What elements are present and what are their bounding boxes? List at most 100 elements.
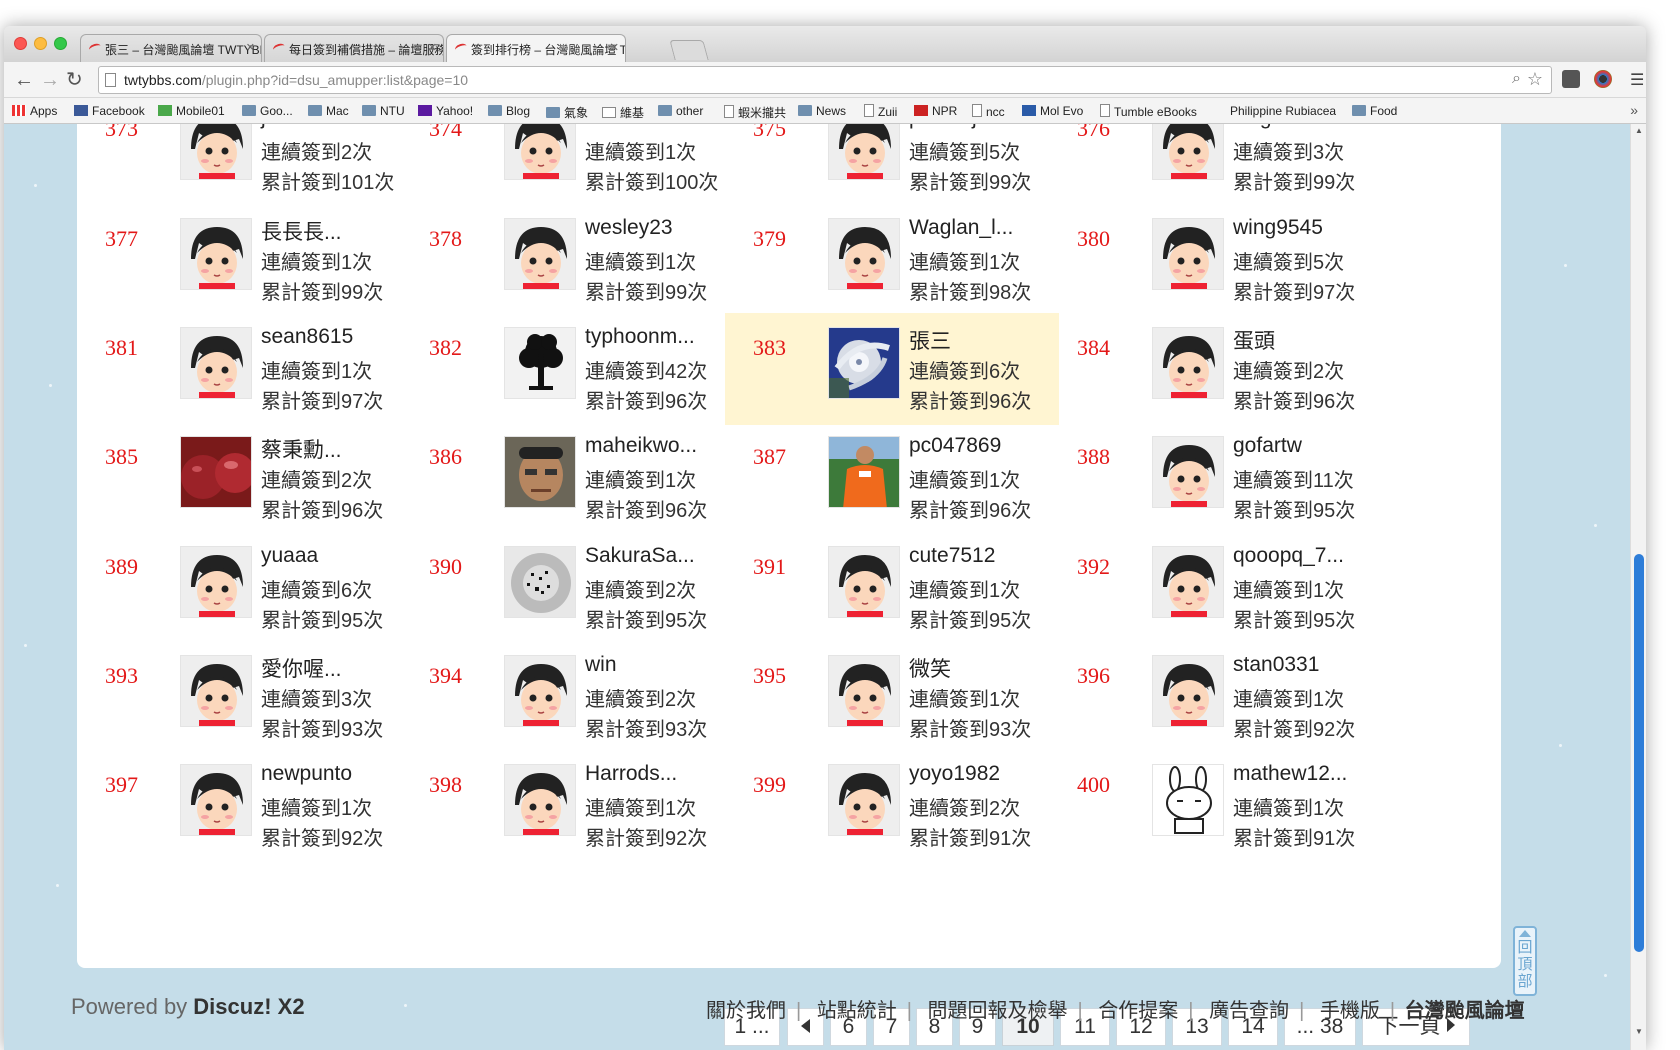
footer-link-about[interactable]: 關於我們: [706, 1000, 786, 1022]
default-avatar[interactable]: [828, 218, 900, 290]
vertical-scrollbar[interactable]: ▲ ▼: [1630, 124, 1646, 1050]
username-link[interactable]: gofartw: [1233, 434, 1302, 458]
scroll-thumb[interactable]: [1634, 554, 1644, 952]
face-photo-avatar[interactable]: [504, 436, 576, 508]
default-avatar[interactable]: [1152, 546, 1224, 618]
bookmark-yahoo[interactable]: Yahoo!: [418, 104, 473, 118]
default-avatar[interactable]: [828, 764, 900, 836]
tree-avatar[interactable]: [504, 327, 576, 399]
window-maximize-button[interactable]: [54, 37, 67, 50]
username-link[interactable]: mathew12...: [1233, 762, 1347, 786]
bookmark-npr[interactable]: NPR: [914, 104, 957, 118]
username-link[interactable]: jemalan: [261, 124, 335, 130]
bookmarks-more-icon[interactable]: »: [1630, 102, 1638, 118]
close-tab-icon[interactable]: ✕: [246, 41, 255, 54]
username-link[interactable]: Harrods...: [585, 762, 677, 786]
footer-link-stats[interactable]: 站點統計: [817, 1000, 897, 1022]
zoom-icon[interactable]: ⌕: [1512, 70, 1521, 88]
username-link[interactable]: 微笑: [909, 653, 951, 683]
default-avatar[interactable]: [1152, 436, 1224, 508]
red-fruit-avatar[interactable]: [180, 436, 252, 508]
bookmark-news[interactable]: News: [798, 104, 846, 118]
close-tab-icon[interactable]: ✕: [610, 41, 619, 54]
username-link[interactable]: yoyo1982: [909, 762, 1000, 786]
default-avatar[interactable]: [828, 655, 900, 727]
bookmark-philippine-rubiacea[interactable]: Philippine Rubiacea: [1230, 104, 1336, 118]
default-avatar[interactable]: [1152, 218, 1224, 290]
default-avatar[interactable]: [504, 655, 576, 727]
new-tab-button[interactable]: [669, 40, 709, 60]
username-link[interactable]: wesley23: [585, 216, 673, 240]
footer-link-ads[interactable]: 廣告查詢: [1209, 1000, 1289, 1022]
username-link[interactable]: Mr.A-she...: [585, 124, 687, 130]
default-avatar[interactable]: [180, 655, 252, 727]
browser-tab-2[interactable]: 每日簽到補償措施 – 論壇服務 ✕: [264, 34, 444, 62]
username-link[interactable]: win: [585, 653, 617, 677]
username-link[interactable]: cute7512: [909, 544, 995, 568]
default-avatar[interactable]: [828, 546, 900, 618]
username-link[interactable]: wagamama...: [1233, 124, 1359, 130]
username-link[interactable]: sean8615: [261, 325, 353, 349]
username-link[interactable]: p9sfu6j7: [909, 124, 988, 130]
forward-arrow-icon[interactable]: →: [40, 68, 60, 92]
bookmark-blog[interactable]: Blog: [488, 104, 530, 118]
default-avatar[interactable]: [504, 764, 576, 836]
bookmark-apps[interactable]: Apps: [12, 104, 57, 118]
extension-color-icon[interactable]: [1594, 70, 1612, 88]
default-avatar[interactable]: [504, 124, 576, 180]
username-link[interactable]: 蛋頭: [1233, 325, 1275, 355]
bookmark-goo[interactable]: Goo...: [242, 104, 293, 118]
username-link[interactable]: yuaaa: [261, 544, 318, 568]
username-link[interactable]: maheikwo...: [585, 434, 697, 458]
footer-link-forum[interactable]: 台灣颱風論壇: [1405, 1000, 1525, 1022]
default-avatar[interactable]: [1152, 124, 1224, 180]
footer-link-cooperation[interactable]: 合作提案: [1098, 1000, 1178, 1022]
default-avatar[interactable]: [180, 546, 252, 618]
default-avatar[interactable]: [1152, 327, 1224, 399]
scroll-up-arrow-icon[interactable]: ▲: [1635, 126, 1643, 135]
default-avatar[interactable]: [180, 764, 252, 836]
url-text[interactable]: twtybbs.com/plugin.php?id=dsu_amupper:li…: [124, 72, 468, 88]
default-avatar[interactable]: [180, 327, 252, 399]
bookmark-star-icon[interactable]: ☆: [1527, 69, 1543, 90]
username-link[interactable]: qooopq_7...: [1233, 544, 1344, 568]
username-link[interactable]: stan0331: [1233, 653, 1319, 677]
bookmark-wiki[interactable]: 維基: [602, 104, 644, 121]
scroll-down-arrow-icon[interactable]: ▼: [1635, 1027, 1643, 1036]
username-link[interactable]: pc047869: [909, 434, 1001, 458]
username-link[interactable]: 張三: [909, 325, 951, 355]
browser-menu-icon[interactable]: ☰: [1630, 70, 1644, 90]
close-tab-icon[interactable]: ✕: [428, 41, 437, 54]
default-avatar[interactable]: [504, 218, 576, 290]
window-minimize-button[interactable]: [34, 37, 47, 50]
username-link[interactable]: newpunto: [261, 762, 352, 786]
orange-jacket-avatar[interactable]: [828, 436, 900, 508]
cartoon-bunny-avatar[interactable]: [1152, 764, 1224, 836]
default-avatar[interactable]: [828, 124, 900, 180]
username-link[interactable]: SakuraSa...: [585, 544, 695, 568]
window-close-button[interactable]: [14, 37, 27, 50]
back-to-top-button[interactable]: 回 頂 部: [1513, 926, 1537, 996]
username-link[interactable]: wing9545: [1233, 216, 1323, 240]
default-avatar[interactable]: [1152, 655, 1224, 727]
bookmark-zuii[interactable]: Zuii: [864, 104, 897, 119]
bookmark-shrimp[interactable]: 蝦米攏共: [724, 104, 786, 121]
radar-avatar[interactable]: [504, 546, 576, 618]
bookmark-other[interactable]: other: [658, 104, 703, 118]
typhoon-satellite-avatar[interactable]: [828, 327, 900, 399]
back-arrow-icon[interactable]: ←: [14, 68, 34, 92]
username-link[interactable]: 長長長...: [261, 216, 342, 246]
bookmark-mol-evo[interactable]: Mol Evo: [1022, 104, 1083, 118]
browser-tab-1[interactable]: 張三 – 台灣颱風論壇 TWTYBB ✕: [80, 34, 262, 62]
bookmark-food[interactable]: Food: [1352, 104, 1397, 118]
footer-link-report[interactable]: 問題回報及檢舉: [928, 1000, 1068, 1022]
default-avatar[interactable]: [180, 218, 252, 290]
username-link[interactable]: Waglan_l...: [909, 216, 1013, 240]
footer-link-mobile[interactable]: 手機版: [1320, 1000, 1380, 1022]
username-link[interactable]: typhoonm...: [585, 325, 695, 349]
username-link[interactable]: 愛你喔...: [261, 653, 342, 683]
address-bar[interactable]: twtybbs.com/plugin.php?id=dsu_amupper:li…: [98, 66, 1552, 94]
username-link[interactable]: 蔡秉勳...: [261, 434, 342, 464]
bookmark-tumble-ebooks[interactable]: Tumble eBooks: [1100, 104, 1197, 119]
bookmark-ncc[interactable]: ncc: [972, 104, 1005, 119]
